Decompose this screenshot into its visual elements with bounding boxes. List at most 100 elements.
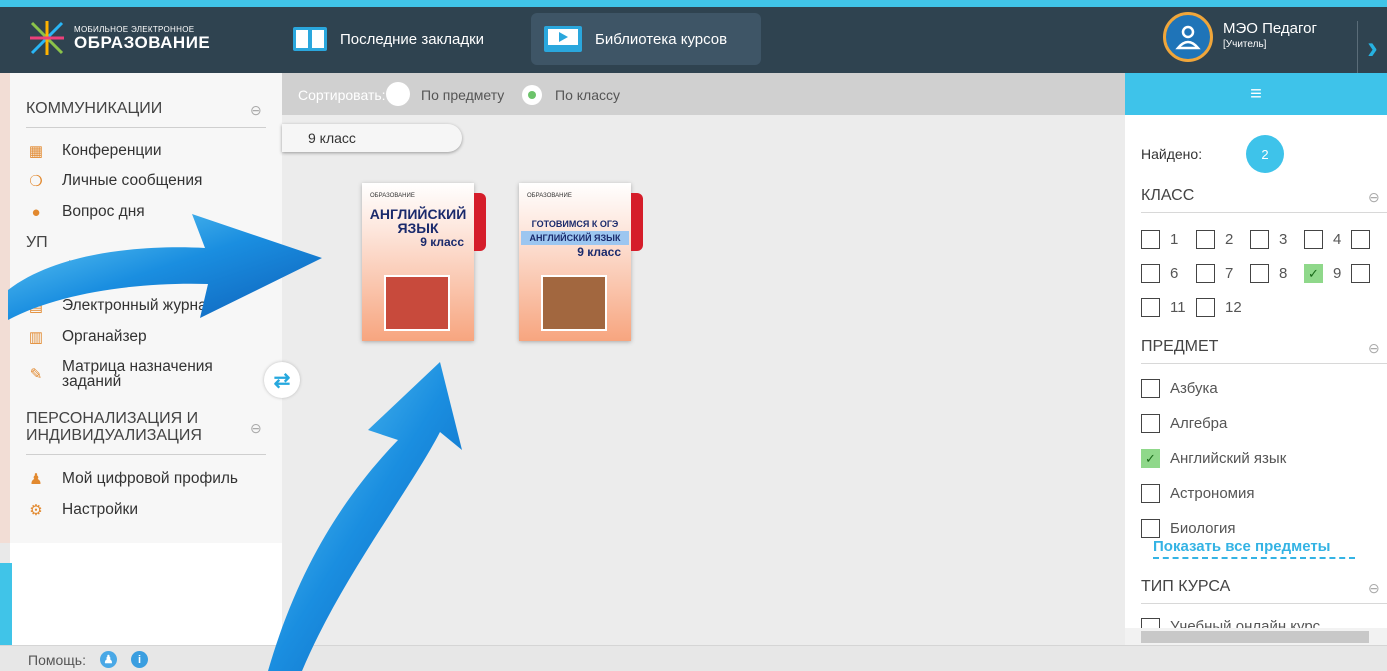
grade-checkbox-1[interactable]: 1 bbox=[1141, 230, 1178, 249]
support-icon[interactable]: ♟ bbox=[99, 651, 117, 668]
grade-group-label[interactable]: 9 класс bbox=[282, 124, 462, 152]
sidebar-empty-area bbox=[10, 543, 282, 645]
grade-checkbox-2[interactable]: 2 bbox=[1196, 230, 1233, 249]
subject-checkbox[interactable]: Биология bbox=[1141, 519, 1235, 538]
question-icon: ● bbox=[31, 203, 41, 221]
card-publisher: ОБРАЗОВАНИЕ bbox=[527, 193, 572, 199]
card-title-line2: АНГЛИЙСКИЙ ЯЗЫК bbox=[521, 231, 629, 245]
chevron-right-icon[interactable]: › bbox=[1357, 21, 1387, 73]
course-type-checkbox[interactable]: Учебный онлайн курс bbox=[1141, 618, 1320, 628]
sidebar-edge bbox=[0, 73, 10, 543]
user-icon: ♟ bbox=[29, 471, 43, 488]
divider bbox=[1141, 603, 1387, 604]
nav-course-library[interactable]: Библиотека курсов bbox=[531, 13, 761, 65]
menu-question[interactable]: ● Вопрос дня bbox=[26, 202, 145, 222]
menu-label: Вопрос дня bbox=[62, 203, 145, 220]
section-communications: КОММУНИКАЦИИ bbox=[26, 100, 163, 117]
menu-label-line2: заданий bbox=[62, 373, 122, 390]
section-management-partial: УП bbox=[26, 234, 48, 251]
bottom-bar: Помощь: ♟ i bbox=[0, 645, 1387, 671]
grade-checkbox-7[interactable]: 7 bbox=[1196, 264, 1233, 283]
grade-checkbox-6[interactable]: 6 bbox=[1141, 264, 1178, 283]
divider bbox=[26, 127, 266, 128]
menu-messages[interactable]: ❍ Личные сообщения bbox=[26, 171, 202, 191]
radio-subject[interactable] bbox=[386, 82, 410, 106]
nav-recent-bookmarks[interactable]: Последние закладки bbox=[280, 13, 496, 65]
filter-panel: ≡ Найдено: 2 КЛАСС ⊖ 1 2 3 4 6 7 8 ✓ 9 11… bbox=[1125, 73, 1387, 645]
found-count-badge: 2 bbox=[1246, 135, 1284, 173]
conference-icon: ▦ bbox=[28, 143, 44, 160]
filter-course-type-title: ТИП КУРСА bbox=[1141, 578, 1231, 595]
collapse-icon[interactable]: ⊖ bbox=[1368, 580, 1380, 597]
user-profile[interactable]: МЭО Педагог [Учитель] bbox=[1163, 12, 1317, 62]
filter-subject-title: ПРЕДМЕТ bbox=[1141, 338, 1219, 355]
nav-bookmarks-label: Последние закладки bbox=[340, 30, 485, 48]
user-icon bbox=[1175, 25, 1201, 50]
collapse-icon[interactable]: ⊖ bbox=[250, 102, 262, 119]
help-area: Помощь: ♟ i bbox=[28, 651, 148, 668]
section-title-line1: ПЕРСОНАЛИЗАЦИЯ И bbox=[26, 410, 199, 427]
filter-grade-title: КЛАСС bbox=[1141, 187, 1195, 204]
sort-subject-label[interactable]: По предмету bbox=[421, 87, 504, 103]
grade-checkbox-8[interactable]: 8 bbox=[1250, 264, 1287, 283]
grade-checkbox-3[interactable]: 3 bbox=[1250, 230, 1287, 249]
card-title-line1: АНГЛИЙСКИЙ bbox=[369, 206, 467, 222]
card-publisher: ОБРАЗОВАНИЕ bbox=[370, 193, 415, 199]
menu-organizer[interactable]: ▥ Органайзер bbox=[26, 327, 147, 347]
found-label: Найдено: bbox=[1141, 146, 1203, 162]
menu-label: Настройки bbox=[62, 501, 139, 518]
logo-icon bbox=[30, 21, 64, 55]
menu-label: Конференции bbox=[62, 142, 162, 159]
menu-journal[interactable]: ▤ Электронный журнал bbox=[26, 296, 216, 316]
menu-label: Электронный журнал bbox=[62, 297, 216, 314]
radio-grade[interactable] bbox=[522, 85, 542, 105]
sort-label: Сортировать: bbox=[298, 87, 386, 103]
divider bbox=[1141, 212, 1387, 213]
collapse-icon[interactable]: ⊖ bbox=[250, 420, 262, 437]
sort-grade-label[interactable]: По классу bbox=[555, 87, 620, 103]
grade-checkbox-9[interactable]: ✓ 9 bbox=[1304, 264, 1380, 283]
table-icon: ▤ bbox=[28, 298, 44, 315]
course-library-area: Сортировать: По предмету По классу 9 кла… bbox=[282, 73, 1125, 645]
menu-profile[interactable]: ♟ Мой цифровой профиль bbox=[26, 469, 238, 489]
subject-checkbox[interactable]: Астрономия bbox=[1141, 484, 1255, 503]
grade-checkbox-4[interactable]: 4 bbox=[1304, 230, 1380, 249]
chat-icon: ❍ bbox=[29, 173, 43, 190]
logo-big-text: ОБРАЗОВАНИЕ bbox=[74, 33, 211, 52]
divider bbox=[1141, 363, 1387, 364]
avatar bbox=[1163, 12, 1213, 62]
grade-checkbox-11[interactable]: 11 bbox=[1141, 298, 1186, 317]
course-card-oge[interactable]: ОБРАЗОВАНИЕ ГОТОВИМСЯ К ОГЭ АНГЛИЙСКИЙ Я… bbox=[519, 183, 643, 341]
section-personalization: ПЕРСОНАЛИЗАЦИЯ И ИНДИВИДУАЛИЗАЦИЯ bbox=[26, 410, 202, 444]
scrollbar-thumb[interactable] bbox=[1141, 631, 1369, 643]
course-card-english[interactable]: ОБРАЗОВАНИЕ АНГЛИЙСКИЙ ЯЗЫК 9 класс bbox=[362, 183, 486, 341]
user-name: МЭО Педагог bbox=[1223, 20, 1317, 37]
show-all-subjects-link[interactable]: Показать все предметы bbox=[1153, 538, 1355, 559]
collapse-icon[interactable]: ⊖ bbox=[1368, 189, 1380, 206]
info-icon[interactable]: i bbox=[130, 651, 148, 668]
menu-settings[interactable]: ⚙ Настройки bbox=[26, 500, 138, 520]
subject-checkbox-english[interactable]: ✓ Английский язык bbox=[1141, 449, 1286, 468]
filter-icon[interactable]: ≡ bbox=[1125, 73, 1387, 115]
subject-checkbox[interactable]: Азбука bbox=[1141, 379, 1218, 398]
app-logo[interactable]: МОБИЛЬНОЕ ЭЛЕКТРОННОЕ ОБРАЗОВАНИЕ bbox=[28, 19, 210, 57]
card-grade: 9 класс bbox=[577, 245, 621, 259]
swap-panels-icon[interactable]: ⇄ bbox=[264, 362, 300, 398]
menu-label: Личные сообщения bbox=[62, 172, 203, 189]
menu-label: Органайзер bbox=[62, 328, 147, 345]
collapse-icon[interactable]: ⊖ bbox=[1368, 340, 1380, 357]
subject-checkbox[interactable]: Алгебра bbox=[1141, 414, 1227, 433]
edit-icon: ✎ bbox=[29, 366, 43, 383]
menu-label: Матрица назначения bbox=[62, 358, 213, 375]
grade-checkbox-12[interactable]: 12 bbox=[1196, 298, 1242, 317]
sidebar: КОММУНИКАЦИИ ⊖ ▦ Конференции ❍ Личные со… bbox=[10, 73, 282, 543]
writing-hand-image bbox=[541, 275, 607, 331]
menu-conferences[interactable]: ▦ Конференции bbox=[26, 141, 162, 161]
menu-matrix[interactable]: ✎ Матрица назначения заданий bbox=[26, 358, 213, 390]
section-management-subtitle: ПРОЦЕСС bbox=[68, 257, 138, 273]
user-role: [Учитель] bbox=[1223, 39, 1267, 50]
card-title-line1: ГОТОВИМСЯ К ОГЭ bbox=[531, 219, 619, 229]
frame-top-border bbox=[0, 0, 1387, 7]
divider bbox=[26, 454, 266, 455]
horizontal-scrollbar[interactable] bbox=[1125, 628, 1387, 645]
